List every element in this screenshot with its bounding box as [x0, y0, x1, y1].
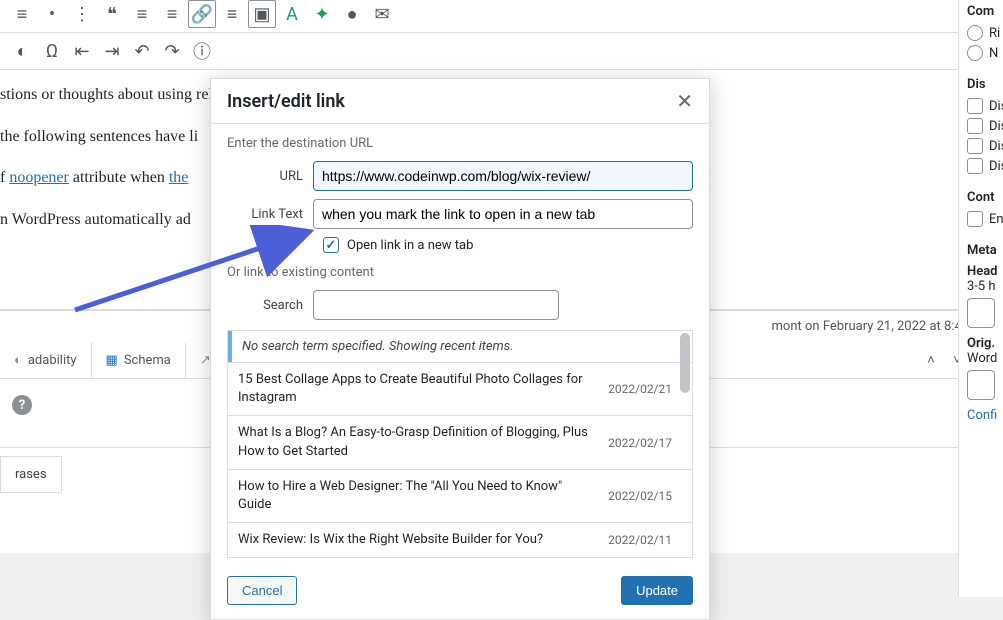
url-input[interactable]: [313, 161, 693, 191]
phrases-button[interactable]: rases: [0, 456, 62, 493]
update-button[interactable]: Update: [621, 576, 693, 605]
result-title: What Is a Blog? An Easy-to-Grasp Definit…: [238, 424, 608, 460]
checkbox-option[interactable]: Dis: [967, 98, 995, 114]
result-date: 2022/02/15: [608, 489, 672, 503]
result-item[interactable]: What Is a Blog? An Easy-to-Grasp Definit…: [228, 415, 692, 468]
result-date: 2022/02/11: [608, 533, 672, 547]
results-hint: No search term specified. Showing recent…: [228, 331, 692, 362]
search-label: Search: [227, 298, 313, 313]
result-item[interactable]: 15 Best Collage Apps to Create Beautiful…: [228, 362, 692, 415]
url-label: URL: [227, 169, 313, 184]
checkbox-icon: [967, 211, 983, 227]
list-ul-icon[interactable]: •: [38, 0, 66, 28]
linktext-label: Link Text: [227, 207, 313, 222]
sidebar-value: 3-5 h: [967, 279, 995, 294]
tab-schema[interactable]: ▦ Schema: [92, 343, 186, 378]
sidebar-label: Word: [967, 351, 995, 366]
sidebar-heading: Com: [967, 4, 995, 19]
result-title: How to Hire a Web Designer: The "All You…: [238, 478, 608, 514]
checkbox-option[interactable]: Dis: [967, 158, 995, 174]
radio-option[interactable]: N: [967, 45, 995, 61]
paint-icon[interactable]: ✦: [308, 0, 336, 28]
cancel-button[interactable]: Cancel: [227, 576, 297, 605]
sidebar-heading: Cont: [967, 190, 995, 205]
checkbox-icon: [967, 158, 983, 174]
list-icon[interactable]: ≡: [8, 0, 36, 28]
radio-icon: [967, 25, 983, 41]
checkbox-option[interactable]: Dis: [967, 118, 995, 134]
right-sidebar: Com Ri N Dis Dis Dis Dis Dis Cont En Met…: [958, 0, 1003, 597]
list-ol-icon[interactable]: ⋮: [68, 0, 96, 28]
editor-toolbar-row2: ◐ Ω ⇤ ⇥ ↶ ↷ ⓘ: [0, 33, 1003, 70]
text-color-icon[interactable]: A: [278, 0, 306, 28]
radio-option[interactable]: Ri: [967, 25, 995, 41]
eraser-icon[interactable]: ◐: [8, 37, 36, 65]
tab-label: adability: [28, 353, 77, 368]
config-link[interactable]: Confi: [967, 408, 995, 423]
results-list: No search term specified. Showing recent…: [227, 330, 693, 558]
tab-readability[interactable]: ◐ adability: [0, 342, 92, 378]
align-center-icon[interactable]: ≡: [158, 0, 186, 28]
result-date: 2022/02/21: [608, 382, 672, 396]
content-link[interactable]: noopener: [9, 169, 69, 186]
sidebar-label: Head: [967, 264, 995, 279]
help-icon[interactable]: ⓘ: [188, 37, 216, 65]
search-input[interactable]: [313, 290, 559, 320]
modal-title: Insert/edit link: [227, 91, 345, 112]
checkbox-icon: [967, 138, 983, 154]
linktext-input[interactable]: [313, 199, 693, 229]
scrollbar[interactable]: [680, 333, 690, 393]
checkbox-icon: [967, 118, 983, 134]
sidebar-heading: Meta: [967, 243, 995, 258]
sidebar-heading: Dis: [967, 77, 995, 92]
destination-hint: Enter the destination URL: [227, 136, 693, 151]
radio-icon: [967, 45, 983, 61]
readability-icon: ◐: [14, 352, 22, 368]
omega-icon[interactable]: Ω: [38, 37, 66, 65]
help-icon[interactable]: ?: [12, 395, 32, 415]
result-item[interactable]: Wix Review: Is Wix the Right Website Bui…: [228, 522, 692, 557]
existing-content-hint: Or link to existing content: [227, 265, 693, 280]
newtab-checkbox[interactable]: [323, 237, 339, 253]
sidebar-label: Orig.: [967, 336, 995, 351]
result-title: Wix Review: Is Wix the Right Website Bui…: [238, 531, 608, 549]
image-icon[interactable]: ▣: [248, 0, 276, 28]
checkbox-icon: [967, 98, 983, 114]
content-link[interactable]: the: [169, 169, 189, 186]
quote-icon[interactable]: ❝: [98, 0, 126, 28]
align-justify-icon[interactable]: ≡: [218, 0, 246, 28]
tab-label: Schema: [124, 353, 171, 368]
link-modal: Insert/edit link ✕ Enter the destination…: [210, 78, 710, 620]
indent-icon[interactable]: ⇥: [98, 37, 126, 65]
checkbox-option[interactable]: En: [967, 211, 995, 227]
align-left-icon[interactable]: ≡: [128, 0, 156, 28]
close-icon[interactable]: ✕: [676, 89, 693, 113]
link-icon[interactable]: 🔗: [188, 0, 216, 28]
undo-icon[interactable]: ↶: [128, 37, 156, 65]
result-date: 2022/02/17: [608, 436, 672, 450]
newtab-label: Open link in a new tab: [347, 238, 473, 253]
result-item[interactable]: How to Hire a Web Designer: The "All You…: [228, 469, 692, 522]
globe-icon[interactable]: ●: [338, 0, 366, 28]
editor-toolbar-row1: ≡ • ⋮ ❝ ≡ ≡ 🔗 ≡ ▣ A ✦ ● ✉ ⛶: [0, 0, 1003, 33]
checkbox-option[interactable]: Dis: [967, 138, 995, 154]
mail-icon[interactable]: ✉: [368, 0, 396, 28]
sidebar-input[interactable]: [967, 298, 995, 328]
outdent-icon[interactable]: ⇤: [68, 37, 96, 65]
sidebar-input[interactable]: [967, 370, 995, 400]
chevron-up-icon[interactable]: ˄: [919, 348, 943, 372]
phrases-label: rases: [15, 467, 47, 482]
schema-icon: ▦: [106, 353, 118, 368]
result-title: 15 Best Collage Apps to Create Beautiful…: [238, 371, 608, 407]
redo-icon[interactable]: ↷: [158, 37, 186, 65]
